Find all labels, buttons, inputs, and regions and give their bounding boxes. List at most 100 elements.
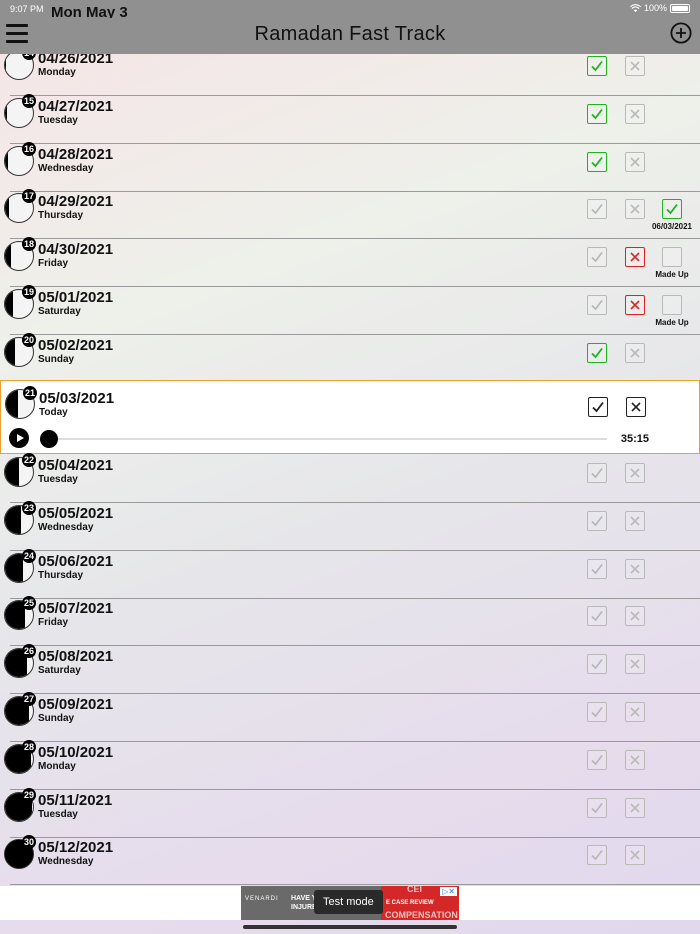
fasted-checkbox[interactable] [587, 606, 607, 627]
missed-checkbox[interactable] [625, 797, 645, 818]
fast-weekday: Tuesday [38, 474, 78, 485]
list-item[interactable]: 16 04/28/2021 Wednesday [0, 141, 700, 192]
fasted-checkbox[interactable] [587, 342, 607, 363]
list-item[interactable]: 1404/26/2021Monday [0, 54, 700, 96]
made-up-checkbox[interactable] [662, 247, 682, 268]
day-number-badge: 19 [22, 285, 36, 299]
list-item[interactable]: 25 05/07/2021 Friday [0, 596, 700, 647]
missed-checkbox[interactable] [625, 654, 645, 675]
day-number-badge: 18 [22, 237, 36, 252]
day-number-badge: 29 [22, 787, 36, 802]
list-item[interactable]: 30 05/12/2021 Wednesday [0, 835, 700, 886]
missed-checkbox[interactable] [625, 749, 645, 770]
fast-date: 05/04/2021 [38, 457, 114, 474]
progress-slider-thumb[interactable] [40, 430, 58, 448]
fasted-checkbox[interactable] [587, 56, 607, 76]
missed-checkbox[interactable] [625, 56, 645, 76]
missed-checkbox[interactable] [625, 702, 645, 722]
battery-icon [670, 3, 690, 13]
list-item[interactable]: 26 05/08/2021 Saturday [0, 644, 700, 695]
day-number-badge: 27 [22, 692, 36, 706]
fasted-checkbox[interactable] [587, 295, 607, 315]
fast-date: 05/08/2021 [38, 648, 114, 666]
missed-checkbox[interactable] [625, 463, 645, 483]
day-number-badge: 15 [22, 93, 36, 108]
missed-checkbox[interactable] [625, 151, 645, 172]
fast-weekday: Thursday [38, 210, 84, 222]
fast-weekday: Thursday [38, 569, 84, 581]
fasted-checkbox[interactable] [587, 151, 607, 172]
ad-brand: VENARDI [245, 896, 279, 902]
missed-checkbox[interactable] [625, 247, 645, 268]
fasted-checkbox[interactable] [587, 510, 607, 531]
fast-weekday: Sunday [38, 713, 75, 724]
fasted-checkbox[interactable] [587, 797, 607, 818]
ad-banner[interactable]: VENARDI HAVE Y INJURED CEI COMPENSATION … [241, 886, 459, 920]
day-number-badge: 23 [22, 500, 36, 515]
list-item[interactable]: 22 05/04/2021 Tuesday [0, 453, 700, 503]
list-item[interactable]: 17 04/29/2021 Thursday 06/03/2021 [0, 189, 700, 240]
fast-date: 05/01/2021 [38, 289, 114, 306]
missed-checkbox[interactable] [625, 606, 645, 627]
missed-checkbox[interactable] [625, 845, 645, 866]
fast-date: 05/12/2021 [38, 839, 114, 857]
fasted-checkbox[interactable] [588, 397, 608, 417]
fasted-checkbox[interactable] [587, 702, 607, 722]
fasted-checkbox[interactable] [587, 247, 607, 268]
fast-weekday: Friday [38, 617, 69, 629]
list-item[interactable]: 27 05/09/2021 Sunday [0, 692, 700, 742]
made-up-checkbox[interactable] [662, 199, 682, 220]
missed-checkbox[interactable] [625, 295, 645, 315]
list-item[interactable]: 23 05/05/2021 Wednesday [0, 500, 700, 551]
fast-weekday: Wednesday [38, 162, 94, 174]
page-title: Ramadan Fast Track [254, 23, 446, 45]
fasted-checkbox[interactable] [587, 558, 607, 579]
fasted-checkbox[interactable] [587, 845, 607, 866]
fast-list[interactable]: 1404/26/2021Monday 1504/27/2021Tuesday 1… [0, 54, 700, 886]
fast-date: 05/10/2021 [38, 743, 114, 761]
fast-date: 05/11/2021 [38, 791, 113, 809]
list-item[interactable]: 18 04/30/2021 Friday Made Up [0, 237, 700, 288]
list-item[interactable]: 29 05/11/2021 Tuesday [0, 787, 700, 838]
fast-weekday: Tuesday [38, 114, 78, 126]
fasted-checkbox[interactable] [587, 654, 607, 675]
missed-checkbox[interactable] [625, 103, 645, 124]
missed-checkbox[interactable] [625, 342, 645, 363]
add-circle-icon[interactable] [670, 22, 692, 44]
missed-checkbox[interactable] [625, 199, 645, 220]
fast-date: 04/29/2021 [38, 193, 114, 211]
progress-slider-track[interactable] [41, 438, 607, 440]
today-row[interactable]: 21 05/03/2021 Today 35:15 [0, 380, 700, 454]
list-item[interactable]: 15 04/27/2021 Tuesday [0, 93, 700, 144]
day-number-badge: 30 [22, 835, 36, 850]
missed-checkbox[interactable] [626, 397, 646, 417]
missed-checkbox[interactable] [625, 510, 645, 531]
day-number-badge: 22 [22, 453, 36, 467]
fasted-checkbox[interactable] [587, 749, 607, 770]
ad-banner-area: VENARDI HAVE Y INJURED CEI COMPENSATION … [0, 886, 700, 920]
fast-weekday: Saturday [38, 665, 81, 677]
made-up-label: 06/03/2021 [651, 222, 693, 232]
list-item[interactable]: 19 05/01/2021 Saturday Made Up [0, 285, 700, 335]
day-number-badge: 17 [22, 189, 36, 204]
fasted-checkbox[interactable] [587, 103, 607, 124]
fast-date: 05/02/2021 [38, 336, 114, 354]
ad-red-top-text: CEI [407, 886, 423, 894]
test-mode-badge: Test mode [314, 890, 383, 914]
made-up-checkbox[interactable] [662, 295, 682, 315]
list-item[interactable]: 28 05/10/2021 Monday [0, 739, 700, 790]
fast-date: 05/06/2021 [38, 552, 114, 570]
day-number-badge: 28 [22, 739, 36, 754]
fasted-checkbox[interactable] [587, 199, 607, 220]
home-indicator [243, 925, 457, 929]
fasted-checkbox[interactable] [587, 463, 607, 483]
fast-date: 05/03/2021 [39, 390, 115, 407]
list-item[interactable]: 24 05/06/2021 Thursday [0, 548, 700, 599]
play-icon[interactable] [9, 428, 29, 448]
list-item[interactable]: 20 05/02/2021 Sunday [0, 332, 700, 383]
navigation-bar: Ramadan Fast Track [0, 18, 700, 54]
fast-date: 04/26/2021 [38, 54, 114, 67]
made-up-label: Made Up [655, 270, 689, 280]
ad-info-icon[interactable]: ▷✕ [440, 887, 457, 896]
missed-checkbox[interactable] [625, 558, 645, 579]
